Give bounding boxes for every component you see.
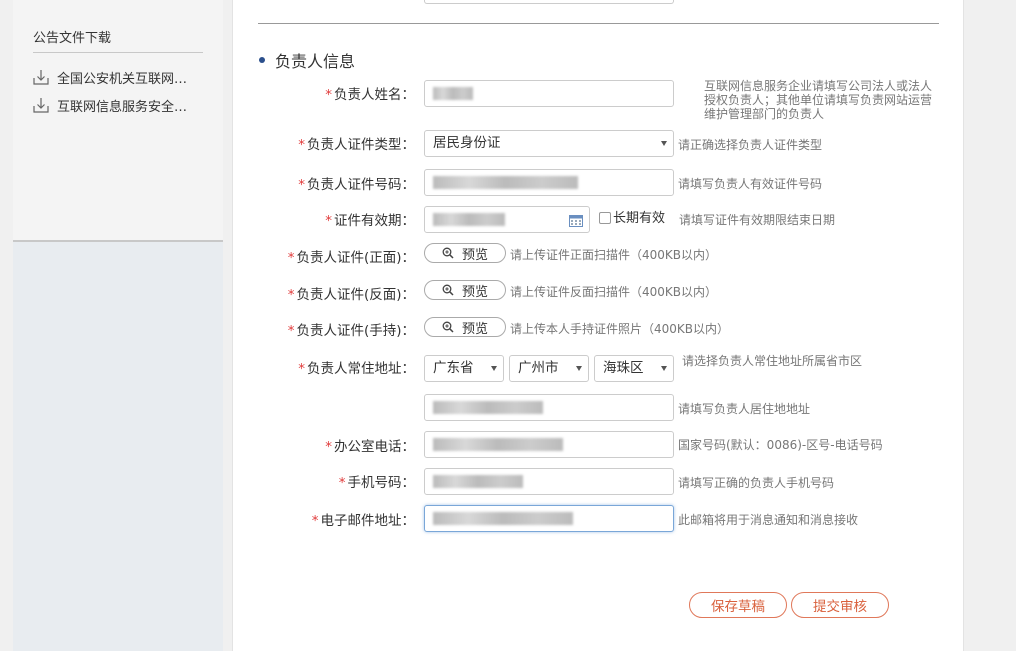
section-title-text: 负责人信息 [275, 52, 356, 71]
long-term-label: 长期有效 [613, 211, 666, 226]
id-type-label: * 负责人证件类型： [298, 137, 415, 153]
address-hint: 请选择负责人常住地址所属省市区 [682, 354, 863, 368]
sidebar: 公告文件下载 全国公安机关互联网… 互联网信息服务安全… [13, 0, 223, 651]
magnifier-icon [442, 321, 454, 333]
download-icon [33, 70, 49, 85]
address-label: * 负责人常住地址： [298, 361, 415, 377]
email-label: * 电子邮件地址： [311, 513, 415, 529]
chevron-down-icon [576, 366, 582, 371]
mobile-hint: 请填写正确的负责人手机号码 [678, 476, 835, 490]
district-select[interactable]: 海珠区 [594, 355, 674, 382]
id-back-label: * 负责人证件(反面)： [287, 287, 415, 303]
id-expiry-input[interactable] [424, 206, 590, 233]
name-hint: 互联网信息服务企业请填写公司法人或法人授权负责人；其他单位请填写负责网站运营维护… [704, 79, 933, 121]
mobile-input[interactable] [424, 468, 674, 495]
section-divider [258, 23, 939, 24]
city-select[interactable]: 广州市 [509, 355, 589, 382]
office-phone-label: * 办公室电话： [325, 439, 415, 455]
address-detail-hint: 请填写负责人居住地地址 [678, 402, 811, 416]
save-draft-button[interactable]: 保存草稿 [689, 592, 787, 618]
download-icon [33, 98, 49, 113]
previous-field-fragment [424, 0, 674, 4]
name-label: * 负责人姓名： [325, 87, 415, 103]
id-hand-hint: 请上传本人手持证件照片（400KB以内） [510, 322, 730, 336]
chevron-down-icon [661, 141, 667, 146]
id-front-preview-button[interactable]: 预览 [424, 243, 506, 263]
id-expiry-hint: 请填写证件有效期限结束日期 [679, 213, 836, 227]
chevron-down-icon [661, 366, 667, 371]
download-link-1[interactable]: 全国公安机关互联网… [33, 67, 208, 87]
mobile-label: * 手机号码： [338, 475, 415, 491]
sidebar-download-panel: 公告文件下载 全国公安机关互联网… 互联网信息服务安全… [13, 0, 223, 242]
office-phone-input[interactable] [424, 431, 674, 458]
bullet-dot [259, 57, 265, 63]
province-select[interactable]: 广东省 [424, 355, 504, 382]
sidebar-title: 公告文件下载 [33, 27, 203, 53]
email-input[interactable] [424, 505, 674, 532]
id-number-hint: 请填写负责人有效证件号码 [678, 177, 823, 191]
id-type-hint: 请正确选择负责人证件类型 [678, 138, 823, 152]
download-link-2[interactable]: 互联网信息服务安全… [33, 95, 208, 115]
id-back-preview-button[interactable]: 预览 [424, 280, 506, 300]
id-front-hint: 请上传证件正面扫描件（400KB以内） [510, 248, 718, 262]
office-phone-hint: 国家号码(默认：0086)-区号-电话号码 [678, 438, 883, 452]
id-type-select[interactable]: 居民身份证 [424, 130, 674, 157]
download-link-label: 全国公安机关互联网… [57, 71, 188, 87]
address-detail-input[interactable] [424, 394, 674, 421]
id-number-input[interactable] [424, 169, 674, 196]
id-front-label: * 负责人证件(正面)： [287, 250, 415, 266]
download-link-label: 互联网信息服务安全… [57, 99, 188, 115]
main-form-panel: 负责人信息 * 负责人姓名： 互联网信息服务企业请填写公司法人或法人授权负责人；其… [232, 0, 964, 651]
name-input[interactable] [424, 80, 674, 107]
chevron-down-icon [491, 366, 497, 371]
calendar-icon[interactable] [569, 214, 583, 227]
email-hint: 此邮箱将用于消息通知和消息接收 [678, 513, 859, 527]
magnifier-icon [442, 284, 454, 296]
id-hand-preview-button[interactable]: 预览 [424, 317, 506, 337]
long-term-checkbox[interactable] [599, 212, 611, 224]
id-number-label: * 负责人证件号码： [298, 177, 415, 193]
id-type-value: 居民身份证 [433, 135, 501, 151]
submit-review-button[interactable]: 提交审核 [791, 592, 889, 618]
id-expiry-label: * 证件有效期： [325, 213, 415, 229]
magnifier-icon [442, 247, 454, 259]
id-hand-label: * 负责人证件(手持)： [287, 323, 415, 339]
id-back-hint: 请上传证件反面扫描件（400KB以内） [510, 285, 718, 299]
section-title: 负责人信息 [259, 48, 355, 72]
